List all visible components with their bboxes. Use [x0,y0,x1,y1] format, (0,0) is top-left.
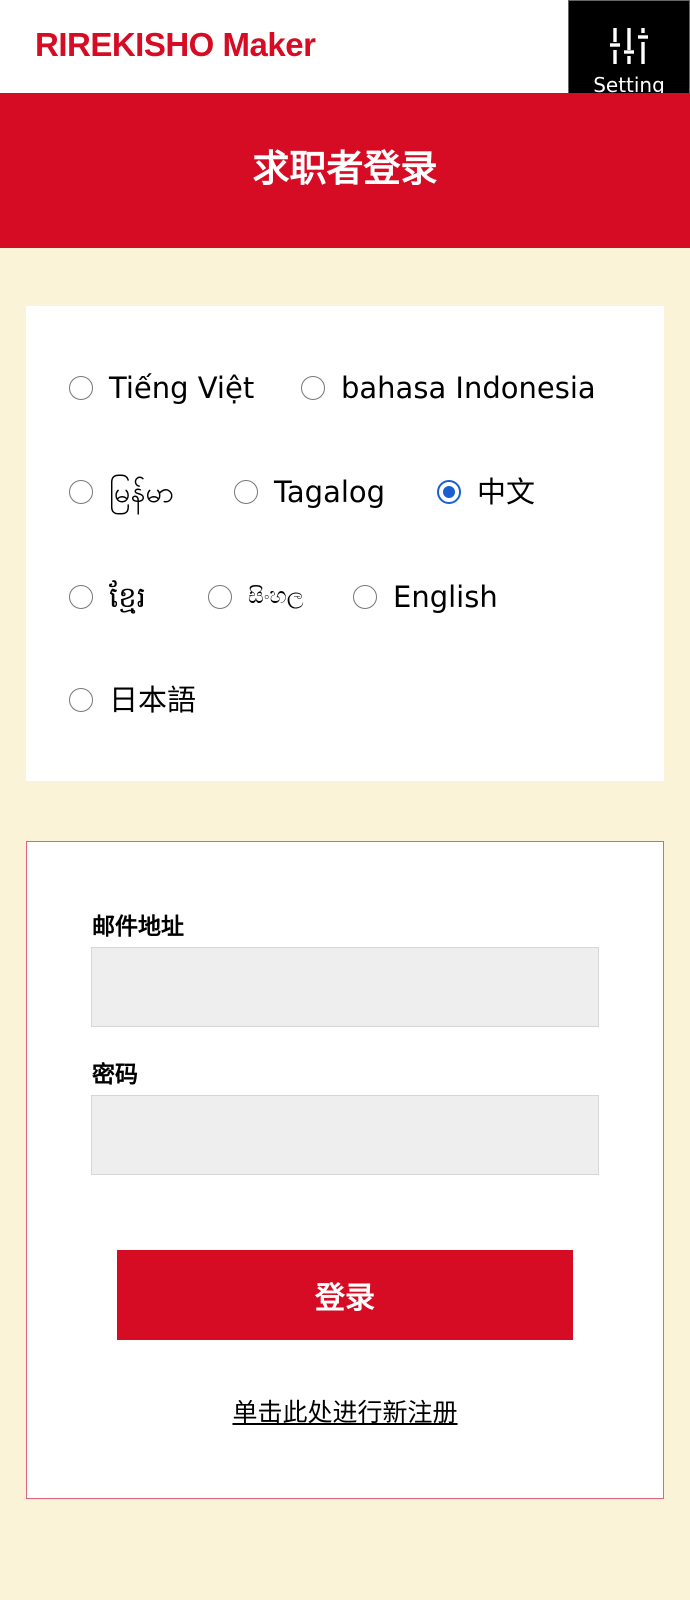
language-option-tagalog[interactable]: Tagalog [234,474,385,510]
login-form: 邮件地址 密码 登录 单击此处进行新注册 [26,841,664,1499]
language-label: Tiếng Việt [109,371,255,405]
language-option-sinhala[interactable]: සිංහල [208,579,304,615]
page-title: 求职者登录 [252,147,438,190]
language-label: Tagalog [274,475,386,509]
radio-vietnamese[interactable] [69,376,93,400]
radio-indonesian[interactable] [301,376,325,400]
language-label: bahasa Indonesia [341,371,596,405]
language-label: English [393,580,498,614]
language-option-vietnamese[interactable]: Tiếng Việt [69,370,254,406]
register-link[interactable]: 单击此处进行新注册 [27,1398,663,1428]
password-label: 密码 [92,1062,138,1088]
language-label: 中文 [477,475,536,509]
language-label: ខ្មែរ [109,580,146,614]
language-option-khmer[interactable]: ខ្មែរ [69,579,146,615]
language-option-english[interactable]: English [353,579,498,615]
radio-english[interactable] [353,585,377,609]
language-selector: Tiếng Việt bahasa Indonesia မြန်မာ Tagal… [26,306,664,781]
radio-tagalog[interactable] [234,480,258,504]
app-logo[interactable]: RIREKISHO Maker [35,26,316,64]
title-banner: 求职者登录 [0,93,690,248]
language-option-chinese[interactable]: 中文 [437,474,535,510]
email-label: 邮件地址 [92,914,184,940]
language-option-japanese[interactable]: 日本語 [69,682,196,718]
radio-myanmar[interactable] [69,480,93,504]
radio-japanese[interactable] [69,688,93,712]
sliders-icon [610,28,648,64]
radio-sinhala[interactable] [208,585,232,609]
language-label: 日本語 [109,683,197,717]
app-header: RIREKISHO Maker Setting [0,0,690,120]
language-label: සිංහල [248,584,304,609]
language-label: မြန်မာ [109,475,174,509]
language-option-indonesian[interactable]: bahasa Indonesia [301,370,596,406]
language-option-myanmar[interactable]: မြန်မာ [69,474,174,510]
password-field[interactable] [91,1095,599,1175]
login-button[interactable]: 登录 [117,1250,573,1340]
radio-khmer[interactable] [69,585,93,609]
email-field[interactable] [91,947,599,1027]
radio-chinese[interactable] [437,480,461,504]
